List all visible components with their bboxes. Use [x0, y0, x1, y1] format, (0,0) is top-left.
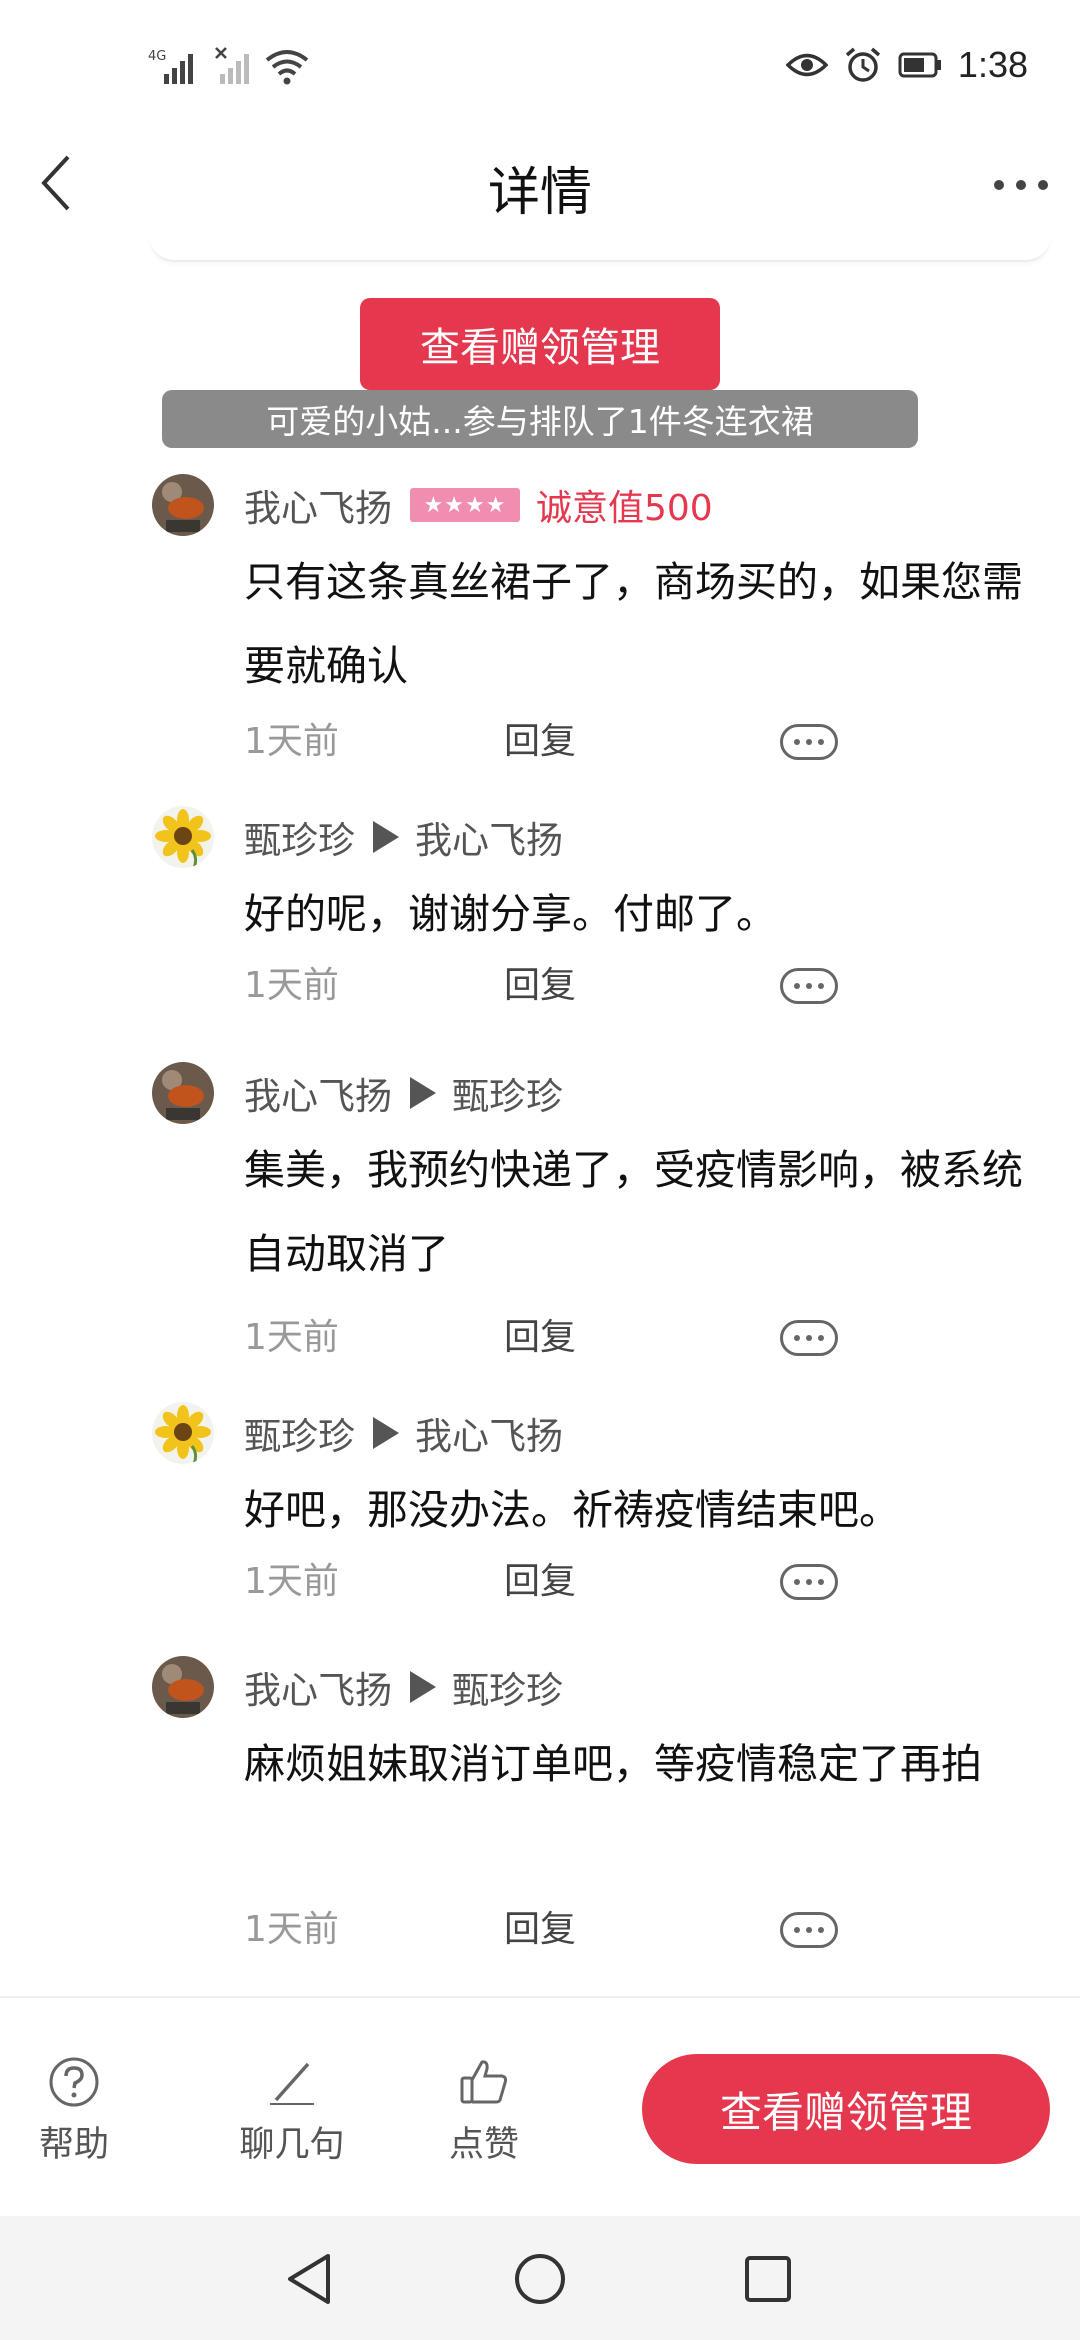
comment-author[interactable]: 我心飞扬	[244, 1660, 392, 1714]
card-edge-divider	[150, 232, 1050, 262]
comment-meta: 1天前 回复	[244, 1900, 844, 1960]
sunflower-avatar-icon	[152, 806, 214, 868]
comment-header: 甄珍珍 我心飞扬	[244, 806, 563, 868]
avatar[interactable]	[152, 1656, 214, 1718]
reply-arrow-icon	[410, 1077, 436, 1109]
avatar-image-icon	[152, 1656, 214, 1718]
sunflower-avatar-icon	[152, 1402, 214, 1464]
comment-more-icon[interactable]	[780, 1912, 838, 1948]
reply-button[interactable]: 回复	[504, 956, 576, 1016]
avatar[interactable]	[152, 1062, 214, 1124]
pencil-icon	[270, 2062, 314, 2105]
comment-time: 1天前	[244, 1561, 339, 1602]
comment-author[interactable]: 甄珍珍	[244, 810, 355, 864]
square-recents-icon	[745, 2256, 791, 2302]
comment-text: 好吧，那没办法。祈祷疫情结束吧。	[244, 1486, 900, 1534]
comment-more-icon[interactable]	[780, 1320, 838, 1356]
eye-icon	[785, 53, 828, 77]
nav-recents-button[interactable]	[733, 2244, 803, 2314]
reply-to-author[interactable]: 我心飞扬	[415, 1406, 563, 1460]
more-options-button[interactable]	[986, 160, 1056, 210]
reply-arrow-icon	[373, 1417, 399, 1449]
comment-more-icon[interactable]	[780, 968, 838, 1004]
comment-meta: 1天前 回复	[244, 1308, 844, 1368]
nav-home-button[interactable]	[505, 2244, 575, 2314]
comment-more-icon[interactable]	[780, 724, 838, 760]
comment-header: 我心飞扬 甄珍珍	[244, 1656, 563, 1718]
reply-button[interactable]: 回复	[504, 712, 576, 772]
avatar[interactable]	[152, 806, 214, 868]
comment-text: 麻烦姐妹取消订单吧，等疫情稳定了再拍	[244, 1740, 982, 1788]
system-nav-bar	[0, 2216, 1080, 2340]
comment-author[interactable]: 我心飞扬	[244, 478, 392, 532]
reply-to-author[interactable]: 甄珍珍	[452, 1066, 563, 1120]
more-dots-icon	[994, 180, 1048, 190]
svg-text:4G: 4G	[148, 49, 166, 64]
comment-meta: 1天前 回复	[244, 1552, 844, 1612]
thumbs-up-icon	[460, 2060, 508, 2104]
signal-icon: 4G	[148, 49, 193, 84]
header: 详情	[0, 130, 1080, 240]
reply-button[interactable]: 回复	[504, 1308, 576, 1368]
nav-back-button[interactable]	[274, 2244, 344, 2314]
sincerity-value: 诚意值500	[536, 488, 713, 529]
no-signal-icon	[215, 47, 249, 84]
help-tab[interactable]: 帮助	[36, 2056, 112, 2167]
status-bar: 4G 1:38	[0, 0, 1080, 130]
reply-arrow-icon	[373, 821, 399, 853]
avatar[interactable]	[152, 474, 214, 536]
comment-time: 1天前	[244, 1909, 339, 1950]
reply-to-author[interactable]: 甄珍珍	[452, 1660, 563, 1714]
reply-button[interactable]: 回复	[504, 1552, 576, 1612]
queue-toast: 可爱的小姑...参与排队了1件冬连衣裙	[162, 390, 918, 448]
status-left: 4G	[148, 42, 310, 86]
battery-icon	[898, 52, 941, 78]
comment-header: 我心飞扬 甄珍珍	[244, 1062, 563, 1124]
wifi-icon	[265, 50, 309, 85]
avatar-image-icon	[152, 1062, 214, 1124]
comment-text: 只有这条真丝裙子了，商场买的，如果您需要就确认	[244, 558, 1023, 690]
status-right: 1:38	[785, 40, 1028, 90]
bottom-action-bar: 帮助 聊几句 点赞 查看赠领管理	[0, 1998, 1080, 2216]
help-label: 帮助	[38, 2125, 109, 2165]
comment-meta: 1天前 回复	[244, 956, 844, 1016]
avatar-image-icon	[152, 474, 214, 536]
comment-text: 好的呢，谢谢分享。付邮了。	[244, 890, 777, 938]
chat-label: 聊几句	[239, 2125, 345, 2165]
help-icon	[49, 2057, 99, 2107]
comment-author[interactable]: 我心飞扬	[244, 1066, 392, 1120]
comment-time: 1天前	[244, 1317, 339, 1358]
comment-meta: 1天前 回复	[244, 712, 844, 772]
circle-home-icon	[515, 2254, 565, 2304]
comment-text: 集美，我预约快递了，受疫情影响，被系统自动取消了	[244, 1146, 1023, 1278]
alarm-icon	[845, 47, 881, 82]
gift-manage-button[interactable]: 查看赠领管理	[360, 298, 720, 390]
comment-time: 1天前	[244, 965, 339, 1006]
comment-author[interactable]: 甄珍珍	[244, 1406, 355, 1460]
like-label: 点赞	[448, 2125, 519, 2165]
avatar[interactable]	[152, 1402, 214, 1464]
comment-time: 1天前	[244, 721, 339, 762]
page-title: 详情	[487, 163, 592, 223]
like-tab[interactable]: 点赞	[446, 2056, 522, 2167]
chat-tab[interactable]: 聊几句	[236, 2056, 348, 2167]
comment-header: 我心飞扬 ★★★★ 诚意值500	[244, 474, 713, 536]
comment-header: 甄珍珍 我心飞扬	[244, 1402, 563, 1464]
level-badge: ★★★★	[410, 488, 520, 522]
comment-more-icon[interactable]	[780, 1564, 838, 1600]
status-time: 1:38	[957, 44, 1028, 85]
gift-manage-cta-button[interactable]: 查看赠领管理	[642, 2054, 1050, 2164]
reply-button[interactable]: 回复	[504, 1900, 576, 1960]
triangle-back-icon	[288, 2254, 330, 2304]
reply-to-author[interactable]: 我心飞扬	[415, 810, 563, 864]
reply-arrow-icon	[410, 1671, 436, 1703]
